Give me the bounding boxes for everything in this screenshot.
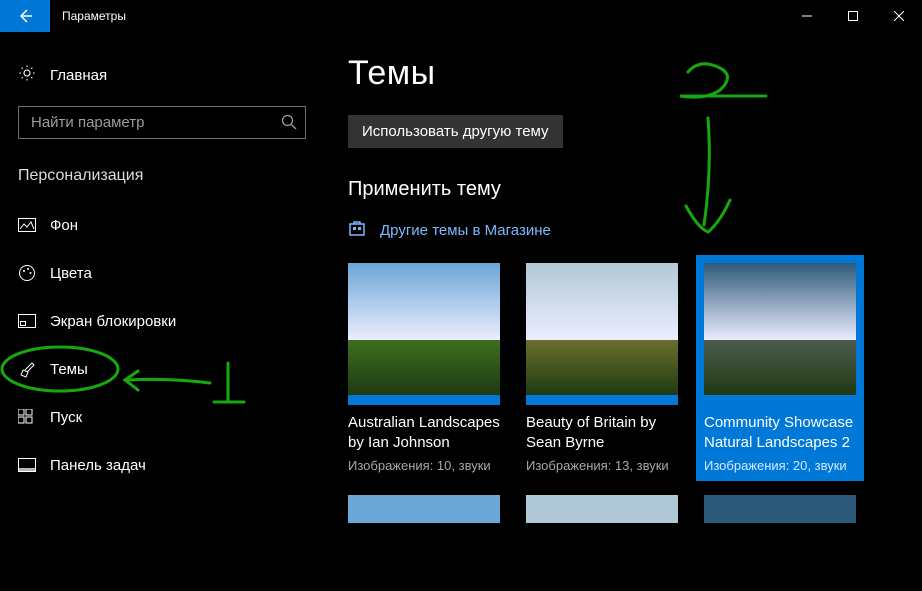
theme-card[interactable]	[704, 495, 856, 523]
theme-meta: Изображения: 10, звуки	[348, 458, 500, 473]
theme-thumbnail	[526, 263, 678, 405]
themes-grid-row2	[348, 495, 894, 523]
sidebar-item-label: Панель задач	[50, 457, 146, 474]
apply-theme-label: Применить тему	[348, 178, 894, 201]
search-input[interactable]	[18, 106, 306, 139]
sidebar-item-start[interactable]: Пуск	[0, 393, 330, 441]
category-label: Персонализация	[0, 157, 330, 201]
sidebar-item-lockscreen[interactable]: Экран блокировки	[0, 297, 330, 345]
sidebar-item-label: Экран блокировки	[50, 313, 176, 330]
theme-thumbnail	[348, 263, 500, 405]
taskbar-icon	[18, 458, 50, 472]
close-button[interactable]	[876, 0, 922, 32]
maximize-button[interactable]	[830, 0, 876, 32]
gear-icon	[18, 64, 36, 86]
sidebar-item-label: Темы	[50, 361, 88, 378]
theme-thumbnail	[704, 263, 856, 405]
theme-title: Beauty of Britain by Sean Byrne	[526, 413, 678, 454]
page-heading: Темы	[348, 54, 894, 93]
theme-card[interactable]	[348, 495, 500, 523]
minimize-icon	[802, 11, 812, 21]
store-link[interactable]: Другие темы в Магазине	[348, 219, 894, 241]
home-nav[interactable]: Главная	[0, 52, 330, 98]
picture-icon	[18, 218, 50, 232]
theme-card[interactable]	[526, 495, 678, 523]
arrow-left-icon	[16, 7, 34, 25]
theme-meta: Изображения: 13, звуки	[526, 458, 678, 473]
sidebar-item-taskbar[interactable]: Панель задач	[0, 441, 330, 489]
theme-meta: Изображения: 20, звуки	[704, 458, 856, 473]
theme-thumbnail	[704, 495, 856, 523]
theme-card[interactable]: Australian Landscapes by Ian Johnson Изо…	[348, 263, 500, 473]
main-content: Темы Использовать другую тему Применить …	[330, 32, 922, 591]
palette-icon	[18, 264, 50, 282]
themes-grid: Australian Landscapes by Ian Johnson Изо…	[348, 263, 894, 473]
sidebar-item-label: Фон	[50, 217, 78, 234]
theme-card-selected[interactable]: Community Showcase Natural Landscapes 2 …	[704, 263, 856, 473]
store-link-label: Другие темы в Магазине	[380, 222, 551, 239]
lockscreen-icon	[18, 314, 50, 328]
maximize-icon	[848, 11, 858, 21]
theme-card[interactable]: Beauty of Britain by Sean Byrne Изображе…	[526, 263, 678, 473]
minimize-button[interactable]	[784, 0, 830, 32]
search-icon	[280, 113, 298, 136]
theme-title: Community Showcase Natural Landscapes 2	[704, 413, 856, 454]
theme-title: Australian Landscapes by Ian Johnson	[348, 413, 500, 454]
theme-thumbnail	[348, 495, 500, 523]
back-button[interactable]	[0, 0, 50, 32]
search-input-wrap	[18, 106, 306, 139]
theme-thumbnail	[526, 495, 678, 523]
brush-icon	[18, 360, 50, 378]
sidebar-item-themes[interactable]: Темы	[0, 345, 330, 393]
store-icon	[348, 219, 366, 241]
titlebar: Параметры	[0, 0, 922, 32]
sidebar-item-colors[interactable]: Цвета	[0, 249, 330, 297]
sidebar-item-background[interactable]: Фон	[0, 201, 330, 249]
sidebar-item-label: Пуск	[50, 409, 82, 426]
close-icon	[894, 11, 904, 21]
start-icon	[18, 409, 50, 425]
home-label: Главная	[50, 67, 107, 84]
sidebar: Главная Персонализация Фон Цвета	[0, 32, 330, 591]
sidebar-item-label: Цвета	[50, 265, 92, 282]
use-other-theme-button[interactable]: Использовать другую тему	[348, 115, 563, 148]
window-title: Параметры	[50, 0, 126, 32]
